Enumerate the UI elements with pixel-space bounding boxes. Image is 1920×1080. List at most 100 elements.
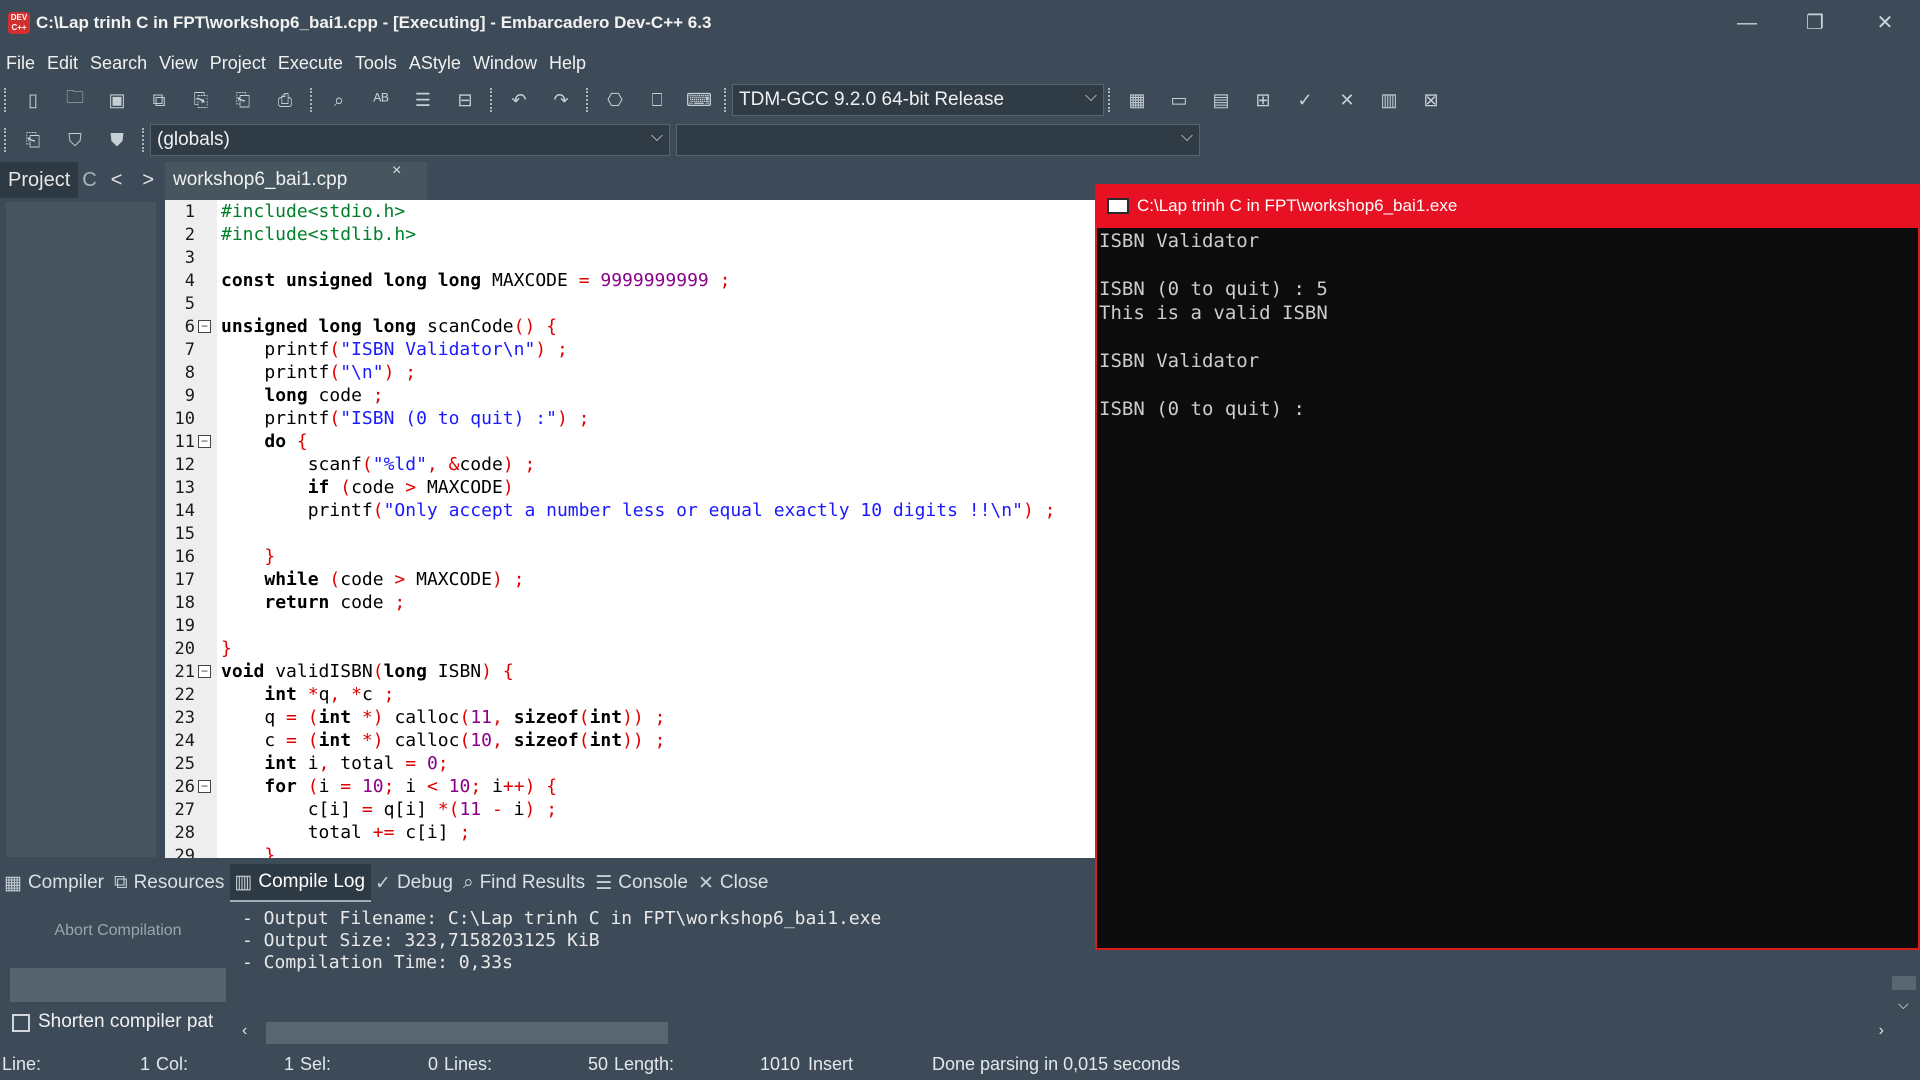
close-window-button[interactable]: ✕	[1870, 8, 1900, 38]
code-line[interactable]: q = (int *) calloc(11, sizeof(int)) ;	[221, 707, 665, 728]
toolbar-grip[interactable]	[724, 88, 728, 112]
restore-button[interactable]: ❐	[1800, 8, 1830, 38]
code-line[interactable]: int i, total = 0;	[221, 753, 448, 774]
code-line[interactable]: unsigned long long scanCode() {	[221, 316, 557, 337]
scroll-right-icon[interactable]: ›	[1879, 1022, 1884, 1040]
code-line[interactable]: const unsigned long long MAXCODE = 99999…	[221, 270, 730, 291]
comment-icon[interactable]: ⌨	[686, 87, 712, 113]
menu-window[interactable]: Window	[467, 53, 543, 74]
replace-icon[interactable]: ᴬᴮ	[368, 87, 394, 113]
profile-icon[interactable]: ▥	[1376, 87, 1402, 113]
code-line[interactable]: }	[221, 546, 275, 567]
scroll-left-icon[interactable]: ‹	[242, 1022, 247, 1040]
tab-classes[interactable]: C	[78, 169, 100, 192]
code-line[interactable]: printf("\n") ;	[221, 362, 416, 383]
bookmark-icon[interactable]: ⛉	[62, 127, 88, 153]
tab-debug[interactable]: ✓ Debug	[371, 864, 459, 902]
tab-close[interactable]: ✕ Close	[694, 864, 775, 902]
indent-icon[interactable]: ☰	[410, 87, 436, 113]
menu-edit[interactable]: Edit	[41, 53, 84, 74]
chevron-right-icon[interactable]: >	[132, 169, 164, 192]
find-icon[interactable]: ⌕	[326, 87, 352, 113]
code-line[interactable]: if (code > MAXCODE)	[221, 477, 514, 498]
menu-astyle[interactable]: AStyle	[403, 53, 467, 74]
toolbar-grip[interactable]	[310, 88, 314, 112]
delete-profile-icon[interactable]: ⊠	[1418, 87, 1444, 113]
run-icon[interactable]: ▭	[1166, 87, 1192, 113]
code-line[interactable]: long code ;	[221, 385, 383, 406]
stop-execution-icon[interactable]: ✕	[1334, 87, 1360, 113]
scope-select[interactable]: (globals) ⌵	[150, 124, 670, 156]
log-vscroll-thumb[interactable]	[1892, 976, 1916, 990]
code-line[interactable]: }	[221, 638, 232, 659]
menu-search[interactable]: Search	[84, 53, 153, 74]
code-line[interactable]: #include<stdlib.h>	[221, 224, 416, 245]
tab-compiler[interactable]: ▦ Compiler	[0, 864, 110, 902]
undo-icon[interactable]: ↶	[506, 87, 532, 113]
code-line[interactable]: int *q, *c ;	[221, 684, 394, 705]
unindent-icon[interactable]: ⊟	[452, 87, 478, 113]
new-file-icon[interactable]: ▯	[20, 87, 46, 113]
compile-icon[interactable]: ▦	[1124, 87, 1150, 113]
menu-execute[interactable]: Execute	[272, 53, 349, 74]
tab-find-results[interactable]: ⌕ Find Results	[459, 864, 591, 902]
print-icon[interactable]: ⎙	[272, 87, 298, 113]
code-line[interactable]: printf("ISBN Validator\n") ;	[221, 339, 567, 360]
compile-run-icon[interactable]: ▤	[1208, 87, 1234, 113]
toolbar-grip[interactable]	[586, 88, 590, 112]
code-line[interactable]: void validISBN(long ISBN) {	[221, 661, 514, 682]
toolbar-grip[interactable]	[1108, 88, 1112, 112]
code-line[interactable]: printf("ISBN (0 to quit) :") ;	[221, 408, 589, 429]
goto-bookmark-icon[interactable]: ⎗	[20, 127, 46, 153]
toolbar-grip[interactable]	[142, 128, 146, 152]
code-line[interactable]: printf("Only accept a number less or equ…	[221, 500, 1056, 521]
toggle-bookmark-icon[interactable]: ⛊	[104, 127, 130, 153]
console-title-bar[interactable]: C:\Lap trinh C in FPT\workshop6_bai1.exe	[1095, 184, 1920, 228]
menu-file[interactable]: File	[0, 53, 41, 74]
redo-icon[interactable]: ↷	[548, 87, 574, 113]
save-icon[interactable]: ▣	[104, 87, 130, 113]
fold-toggle-icon[interactable]: −	[198, 320, 211, 333]
code-line[interactable]: while (code > MAXCODE) ;	[221, 569, 524, 590]
toolbar-grip[interactable]	[490, 88, 494, 112]
tab-workshop6-bai1[interactable]: workshop6_bai1.cpp	[165, 162, 427, 200]
log-scroll-thumb[interactable]	[266, 1022, 668, 1044]
close-tab-icon[interactable]: ×	[392, 162, 401, 180]
scroll-down-icon[interactable]: ⌵	[1898, 996, 1909, 1013]
add-to-project-icon[interactable]: ⎕	[644, 87, 670, 113]
code-line[interactable]: c[i] = q[i] *(11 - i) ;	[221, 799, 557, 820]
code-line[interactable]: #include<stdio.h>	[221, 201, 405, 222]
close-all-icon[interactable]: ⎗	[230, 87, 256, 113]
abort-compilation-button[interactable]: Abort Compilation	[0, 922, 236, 940]
menu-project[interactable]: Project	[204, 53, 272, 74]
minimize-button[interactable]: —	[1732, 8, 1762, 38]
fold-toggle-icon[interactable]: −	[198, 780, 211, 793]
code-line[interactable]: c = (int *) calloc(10, sizeof(int)) ;	[221, 730, 665, 751]
chevron-left-icon[interactable]: <	[101, 169, 133, 192]
tab-project[interactable]: Project	[0, 162, 79, 198]
check-syntax-icon[interactable]: ✓	[1292, 87, 1318, 113]
code-line[interactable]: total += c[i] ;	[221, 822, 471, 843]
tab-console[interactable]: ☰ Console	[591, 864, 694, 902]
save-all-icon[interactable]: ⧉	[146, 87, 172, 113]
code-editor[interactable]: #include<stdio.h> #include<stdlib.h> const…	[217, 200, 1097, 858]
code-line[interactable]: for (i = 10; i < 10; i++) {	[221, 776, 557, 797]
code-line[interactable]: }	[221, 845, 275, 858]
fold-toggle-icon[interactable]: −	[198, 665, 211, 678]
toolbar-grip[interactable]	[4, 128, 8, 152]
shorten-paths-checkbox[interactable]	[12, 1014, 30, 1032]
fold-toggle-icon[interactable]: −	[198, 435, 211, 448]
code-line[interactable]: return code ;	[221, 592, 405, 613]
open-folder-icon[interactable]: 🗀	[62, 87, 88, 113]
tab-resources[interactable]: ⧉ Resources	[110, 864, 230, 902]
toolbar-grip[interactable]	[4, 88, 8, 112]
code-line[interactable]: scanf("%ld", &code) ;	[221, 454, 536, 475]
new-project-icon[interactable]: ⎔	[602, 87, 628, 113]
code-line[interactable]: do {	[221, 431, 307, 452]
compiler-select[interactable]: TDM-GCC 9.2.0 64-bit Release ⌵	[732, 84, 1104, 116]
rebuild-icon[interactable]: ⊞	[1250, 87, 1276, 113]
member-select[interactable]: ⌵	[676, 124, 1200, 156]
menu-tools[interactable]: Tools	[349, 53, 403, 74]
project-tree[interactable]	[6, 202, 156, 857]
close-file-icon[interactable]: ⎘	[188, 87, 214, 113]
